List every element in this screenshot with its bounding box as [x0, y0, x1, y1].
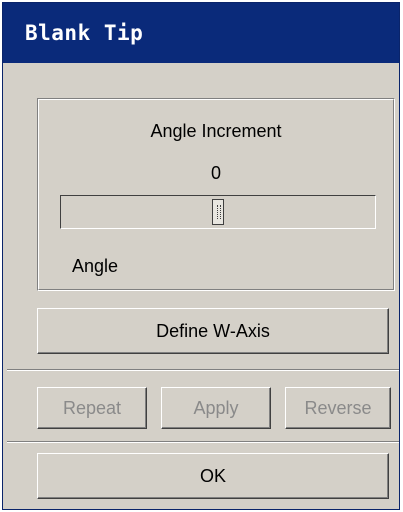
window-title: Blank Tip: [25, 21, 144, 45]
angle-increment-panel: Angle Increment 0 Angle: [37, 98, 395, 291]
title-bar[interactable]: Blank Tip: [3, 3, 399, 63]
dialog-window: Blank Tip Angle Increment 0 Angle Define…: [2, 2, 400, 510]
angle-label: Angle: [72, 256, 119, 276]
apply-button[interactable]: Apply: [161, 387, 271, 429]
reverse-button[interactable]: Reverse: [285, 387, 391, 429]
slider-thumb[interactable]: [212, 199, 224, 225]
repeat-button[interactable]: Repeat: [37, 387, 147, 429]
angle-slider[interactable]: [60, 195, 376, 229]
separator: [7, 441, 399, 443]
grip-icon: [217, 205, 221, 219]
define-w-axis-button[interactable]: Define W-Axis: [37, 308, 389, 354]
angle-increment-heading: Angle Increment: [150, 121, 282, 141]
separator: [7, 369, 399, 371]
ok-button[interactable]: OK: [37, 453, 389, 499]
angle-value: 0: [210, 163, 221, 183]
